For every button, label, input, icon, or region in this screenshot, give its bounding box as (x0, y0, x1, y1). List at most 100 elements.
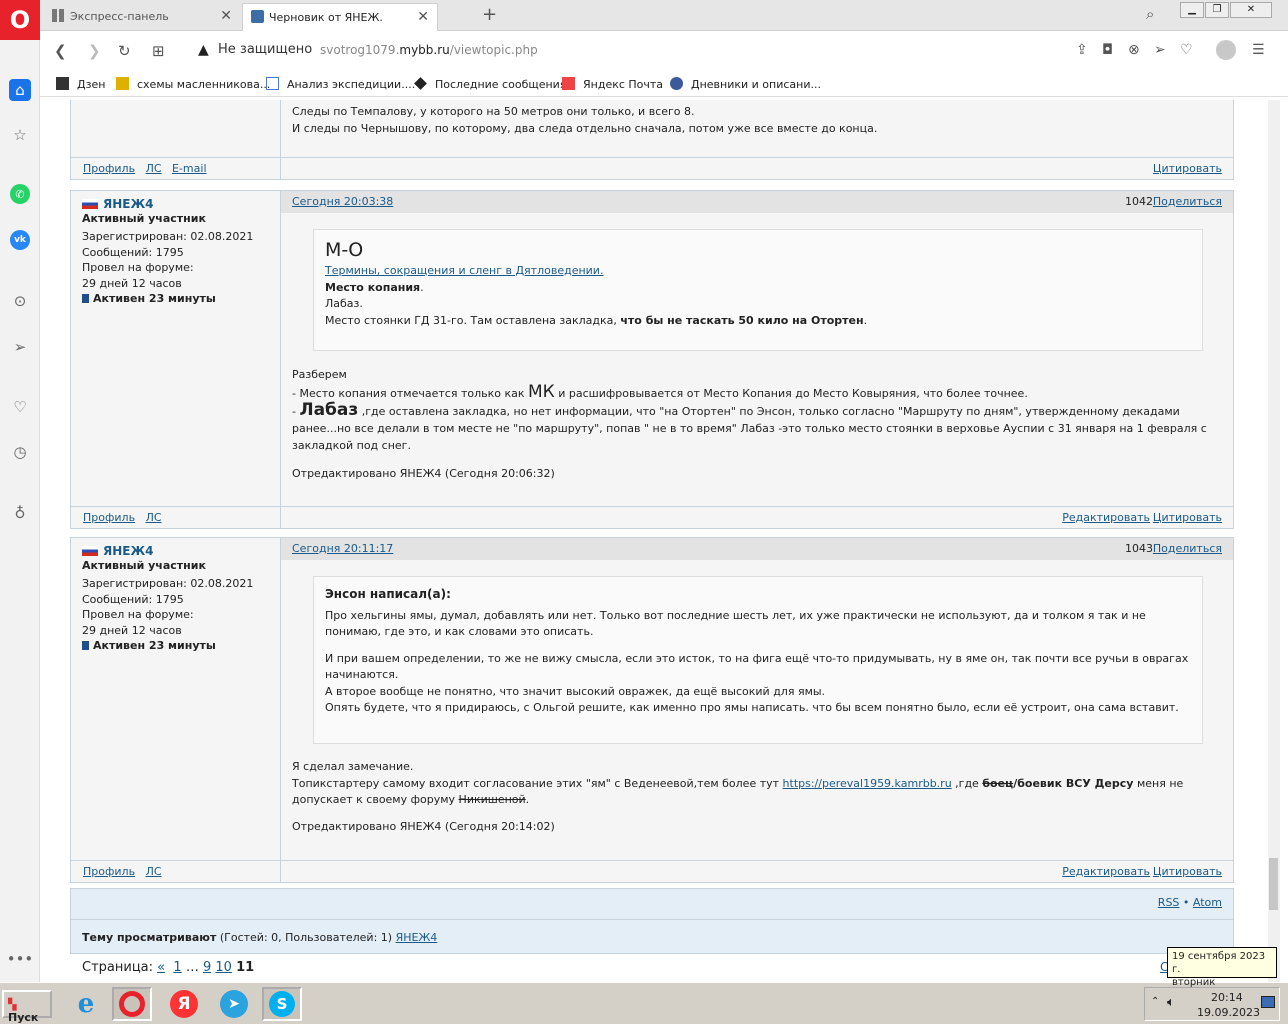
quote-link[interactable]: Цитировать (1153, 162, 1222, 175)
profile-link[interactable]: Профиль (83, 162, 135, 175)
whatsapp-icon[interactable]: ✆ (10, 184, 30, 204)
diamond-icon (414, 77, 427, 90)
post-date-link[interactable]: Сегодня 20:03:38 (292, 195, 393, 208)
forward-icon[interactable]: ❯ (88, 42, 101, 60)
address-bar: ❮ ❯ ↻ ⊞ ▲ Не защищено svotrog1079.mybb.r… (40, 32, 1288, 68)
author-name[interactable]: ЯНЕЖ4 (103, 197, 154, 211)
bookmark-latest[interactable]: Последние сообщения (414, 77, 566, 91)
file-icon (266, 77, 279, 90)
reload-icon[interactable]: ↻ (118, 42, 131, 60)
skype-icon[interactable]: S (262, 987, 302, 1021)
bookmark-diaries[interactable]: Дневники и описани... (670, 77, 821, 91)
profile-link[interactable]: Профиль (83, 511, 135, 524)
quote-link[interactable]: Цитировать (1153, 865, 1222, 878)
settings-menu-icon[interactable]: ☰ (1252, 42, 1265, 58)
history-icon[interactable]: ◷ (9, 441, 31, 463)
quote-title: Энсон написал(а): (325, 587, 451, 601)
email-link[interactable]: E-mail (172, 162, 207, 175)
tab-express-panel[interactable]: Экспресс-панель ✕ (44, 3, 240, 31)
author-time-value: 29 дней 12 часов (82, 276, 182, 290)
author-name[interactable]: ЯНЕЖ4 (103, 544, 154, 558)
edit-link[interactable]: Редактировать (1062, 865, 1150, 878)
edit-link[interactable]: Редактировать (1062, 511, 1150, 524)
heart-icon[interactable]: ♡ (1180, 42, 1193, 58)
security-label[interactable]: Не защищено (218, 42, 312, 57)
tab-draft[interactable]: Черновик от ЯНЕЖ. ✕ (242, 3, 438, 31)
share-link[interactable]: Поделиться (1153, 542, 1222, 555)
bookmark-yandex-mail[interactable]: Яндекс Почта (562, 77, 663, 91)
player-icon[interactable]: ⊙ (9, 290, 31, 312)
taskbar: ▚ Пуск e Я ➤ S ⌃ 🔈︎ 20:14 19.09.2023 (0, 982, 1288, 1024)
quote-link[interactable]: Цитировать (1153, 511, 1222, 524)
page-9[interactable]: 9 (203, 960, 211, 975)
author-messages: Сообщений: 1795 (82, 592, 184, 606)
author-time-value: 29 дней 12 часов (82, 623, 182, 637)
windows-icon: ▚ (8, 998, 17, 1011)
back-icon[interactable]: ❮ (54, 42, 67, 60)
external-link[interactable]: https://pereval1959.kamrbb.ru (783, 777, 952, 790)
home-icon[interactable]: ⌂ (9, 79, 31, 101)
telegram-icon[interactable]: ➤ (214, 987, 254, 1021)
edited-note: Отредактировано ЯНЕЖ4 (Сегодня 20:14:02) (292, 819, 555, 833)
page-10[interactable]: 10 (215, 960, 232, 975)
post-1042: ЯНЕЖ4 Активный участник Зарегистрирован:… (70, 190, 1234, 529)
send-icon[interactable]: ➢ (1154, 42, 1166, 58)
quote-title: М-О (325, 239, 364, 261)
quote-block: Энсон написал(а): Про хельгины ямы, дума… (313, 576, 1203, 744)
pm-link[interactable]: ЛС (146, 865, 162, 878)
post-date-link[interactable]: Сегодня 20:11:17 (292, 542, 393, 555)
profile-link[interactable]: Профиль (83, 865, 135, 878)
viewer-user-link[interactable]: ЯНЕЖ4 (396, 931, 438, 944)
heart-icon[interactable]: ♡ (9, 396, 31, 418)
author-registered: Зарегистрирован: 02.08.2021 (82, 577, 254, 590)
page-1[interactable]: 1 (173, 960, 181, 975)
scrollbar[interactable] (1268, 100, 1280, 982)
tabs-grid-icon[interactable]: ⊞ (152, 42, 165, 60)
author-active: Активен 23 минуты (93, 292, 216, 305)
lightbulb-icon[interactable]: ♁ (9, 502, 31, 524)
close-window-button[interactable]: ✕ (1230, 2, 1272, 18)
opera-logo[interactable]: O (0, 0, 40, 40)
adblock-icon[interactable]: ⊗ (1128, 42, 1140, 58)
bookmark-analysis[interactable]: Анализ экспедиции.... (266, 77, 415, 91)
bookmark-schemes[interactable]: схемы масленникова... (116, 77, 270, 91)
close-icon[interactable]: ✕ (417, 9, 429, 25)
url-field[interactable]: svotrog1079.mybb.ru/viewtopic.php (320, 43, 538, 57)
monitor-icon[interactable] (1261, 996, 1275, 1008)
system-tray: ⌃ 🔈︎ 20:14 19.09.2023 (1144, 987, 1280, 1021)
maximize-button[interactable]: ❐ (1205, 2, 1229, 18)
clock-time[interactable]: 20:14 (1211, 991, 1243, 1004)
start-button[interactable]: ▚ Пуск (2, 990, 52, 1024)
post-text: Следы по Темпалову, у которого на 50 мет… (292, 105, 695, 118)
share-link[interactable]: Поделиться (1153, 195, 1222, 208)
bookmark-dzen[interactable]: Дзен (56, 77, 105, 91)
page-prev[interactable]: « (157, 960, 165, 975)
search-icon[interactable]: ⌕ (1146, 5, 1154, 23)
more-icon[interactable]: ••• (7, 948, 34, 970)
avatar[interactable] (1216, 40, 1236, 60)
clock-date[interactable]: 19.09.2023 (1197, 1006, 1260, 1019)
terms-link[interactable]: Термины, сокращения и сленг в Дятловеден… (325, 264, 603, 277)
vk-icon[interactable]: vk (10, 230, 30, 250)
pm-link[interactable]: ЛС (146, 162, 162, 175)
pagination: Страница: « 1 … 9 10 11 (82, 960, 255, 975)
rss-link[interactable]: RSS (1158, 896, 1180, 909)
opera-taskbar-icon[interactable] (112, 987, 152, 1021)
camera-icon[interactable]: ◘ (1102, 42, 1113, 58)
yandex-icon[interactable]: Я (164, 987, 204, 1021)
atom-link[interactable]: Atom (1193, 896, 1222, 909)
share-icon[interactable]: ⇪ (1076, 42, 1088, 58)
star-icon[interactable]: ☆ (9, 124, 31, 146)
post-header: Сегодня 20:03:38 1042 Поделиться (281, 191, 1233, 213)
scrollbar-thumb[interactable] (1269, 858, 1278, 910)
tray-expand-icon[interactable]: ⌃ (1151, 996, 1159, 1007)
send-icon[interactable]: ➢ (9, 336, 31, 358)
ie-icon[interactable]: e (66, 987, 106, 1021)
pm-link[interactable]: ЛС (146, 511, 162, 524)
post-footer: Профиль ЛС Редактировать Цитировать (71, 506, 1233, 528)
close-icon[interactable]: ✕ (220, 8, 232, 24)
new-tab-button[interactable]: + (482, 4, 497, 25)
minimize-button[interactable]: ▁ (1180, 2, 1204, 18)
volume-icon[interactable]: 🔈︎ (1167, 995, 1175, 1010)
topic-info-box: RSS • Atom Тему просматривают (Гостей: 0… (70, 888, 1234, 954)
